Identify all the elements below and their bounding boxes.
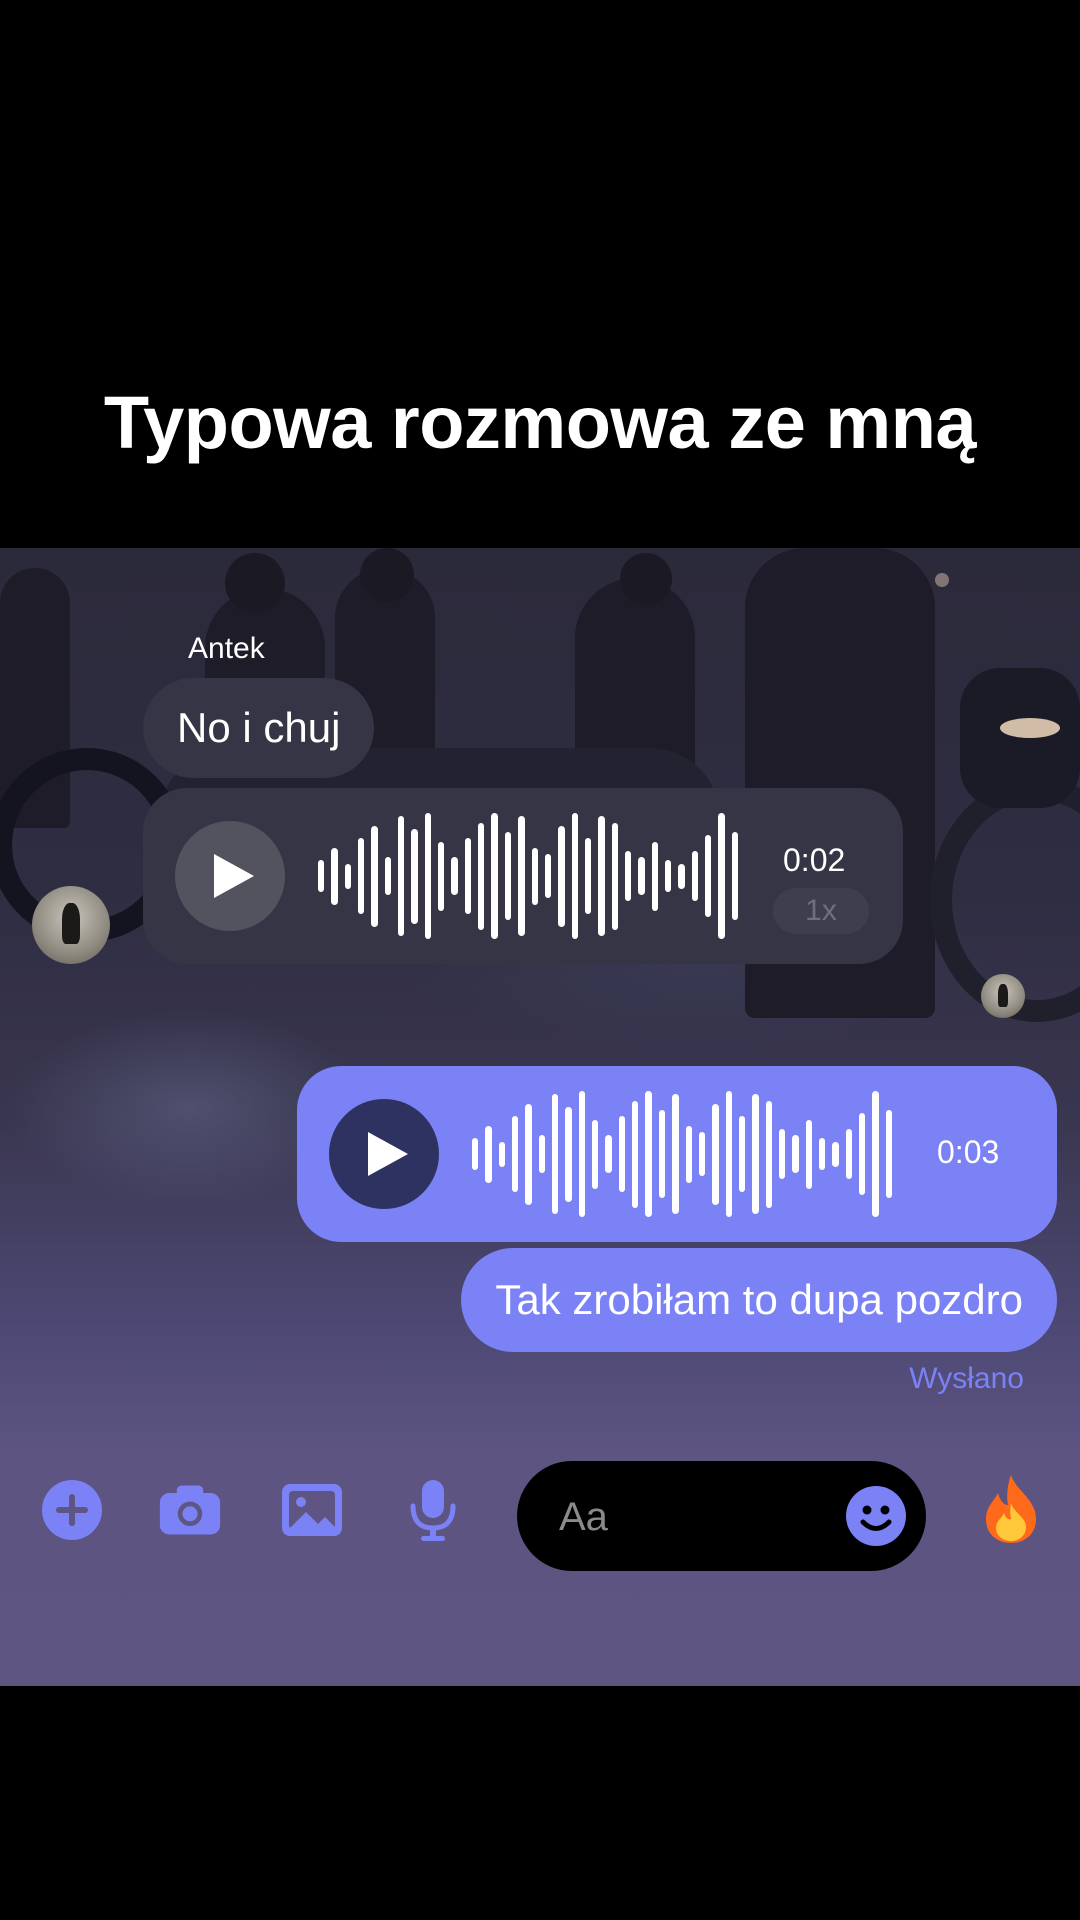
- waveform-bar: [584, 838, 592, 914]
- video-caption: Typowa rozmowa ze mną: [103, 381, 977, 464]
- waveform-bar: [638, 857, 645, 895]
- sender-name: Antek: [188, 632, 265, 665]
- waveform-bar: [371, 825, 378, 927]
- outgoing-text: Tak zrobiłam to dupa pozdro: [495, 1276, 1023, 1323]
- waveform-bar: [672, 1094, 679, 1214]
- waveform-bar: [451, 857, 458, 895]
- waveform-bar: [598, 816, 605, 936]
- waveform-bar: [472, 1138, 479, 1170]
- waveform-bar: [552, 1094, 559, 1214]
- fire-icon[interactable]: [975, 1473, 1047, 1545]
- waveform-bar: [704, 835, 712, 917]
- message-input[interactable]: [557, 1461, 821, 1573]
- waveform-bar: [624, 851, 632, 901]
- camera-icon[interactable]: [158, 1478, 222, 1542]
- waveform-bar: [478, 822, 485, 930]
- playback-speed-button[interactable]: 1x: [773, 888, 869, 934]
- waveform-bar: [498, 1141, 506, 1167]
- waveform-bar: [485, 1125, 492, 1183]
- waveform-bar: [464, 838, 472, 914]
- waveform-bar: [438, 841, 445, 911]
- play-icon: [368, 1132, 408, 1176]
- waveform-bar: [544, 854, 552, 898]
- waveform-bar: [411, 828, 418, 924]
- image-icon[interactable]: [280, 1478, 344, 1542]
- chat-thread[interactable]: Antek No i chuj 0:02 1x 0:03 Tak zrobiła…: [0, 548, 1080, 1686]
- outgoing-text-bubble[interactable]: Tak zrobiłam to dupa pozdro: [461, 1248, 1057, 1352]
- plus-icon[interactable]: [40, 1478, 104, 1542]
- sender-avatar[interactable]: [32, 886, 110, 964]
- waveform-bar: [792, 1135, 799, 1173]
- emoji-icon[interactable]: [845, 1485, 907, 1547]
- waveform-bar: [651, 841, 658, 911]
- waveform-bar: [525, 1103, 532, 1205]
- message-composer[interactable]: [517, 1461, 926, 1573]
- waveform-bar: [512, 1116, 519, 1192]
- waveform-bar: [685, 1125, 692, 1183]
- waveform-bar: [805, 1119, 812, 1189]
- waveform-bar: [611, 822, 618, 930]
- waveform-bar: [318, 860, 325, 892]
- microphone-icon[interactable]: [401, 1478, 465, 1542]
- waveform-bar: [752, 1094, 759, 1214]
- waveform-bar: [384, 857, 392, 895]
- waveform-bar: [818, 1138, 826, 1170]
- waveform-bar: [718, 813, 725, 939]
- waveform-bar: [538, 1135, 546, 1173]
- play-icon: [214, 854, 254, 898]
- incoming-duration: 0:02: [783, 842, 846, 878]
- outgoing-play-button[interactable]: [329, 1099, 439, 1209]
- incoming-text-bubble[interactable]: No i chuj: [143, 678, 375, 778]
- outgoing-waveform[interactable]: [472, 1086, 892, 1222]
- waveform-bar: [845, 1129, 852, 1179]
- waveform-bar: [491, 813, 498, 939]
- waveform-bar: [571, 813, 578, 939]
- incoming-play-button[interactable]: [175, 821, 285, 931]
- waveform-bar: [731, 832, 738, 920]
- waveform-bar: [664, 860, 672, 892]
- waveform-bar: [518, 816, 525, 936]
- waveform-bar: [398, 816, 405, 936]
- waveform-bar: [605, 1135, 612, 1173]
- waveform-bar: [578, 1091, 586, 1217]
- waveform-bar: [658, 1110, 666, 1198]
- waveform-bar: [832, 1141, 839, 1167]
- waveform-bar: [712, 1103, 719, 1205]
- waveform-bar: [872, 1091, 879, 1217]
- waveform-bar: [632, 1100, 639, 1208]
- waveform-bar: [738, 1116, 746, 1192]
- waveform-bar: [558, 825, 565, 927]
- outgoing-voice-message[interactable]: 0:03: [297, 1066, 1057, 1242]
- waveform-bar: [765, 1100, 772, 1208]
- incoming-waveform[interactable]: [318, 808, 738, 944]
- waveform-bar: [358, 838, 365, 914]
- waveform-bar: [565, 1106, 572, 1202]
- outgoing-duration: 0:03: [937, 1134, 1000, 1170]
- waveform-bar: [344, 863, 352, 889]
- incoming-text: No i chuj: [177, 704, 341, 751]
- waveform-bar: [678, 863, 685, 889]
- incoming-voice-message[interactable]: 0:02 1x: [143, 788, 903, 964]
- waveform-bar: [531, 847, 538, 905]
- waveform-bar: [618, 1116, 626, 1192]
- seen-avatar: [981, 974, 1025, 1018]
- waveform-bar: [504, 832, 512, 920]
- waveform-bar: [592, 1119, 599, 1189]
- waveform-bar: [691, 851, 698, 901]
- waveform-bar: [331, 847, 338, 905]
- waveform-bar: [778, 1129, 786, 1179]
- waveform-bar: [424, 813, 432, 939]
- waveform-bar: [725, 1091, 732, 1217]
- waveform-bar: [885, 1110, 892, 1198]
- waveform-bar: [645, 1091, 652, 1217]
- waveform-bar: [698, 1132, 706, 1176]
- waveform-bar: [858, 1113, 866, 1195]
- message-status: Wysłano: [909, 1362, 1024, 1395]
